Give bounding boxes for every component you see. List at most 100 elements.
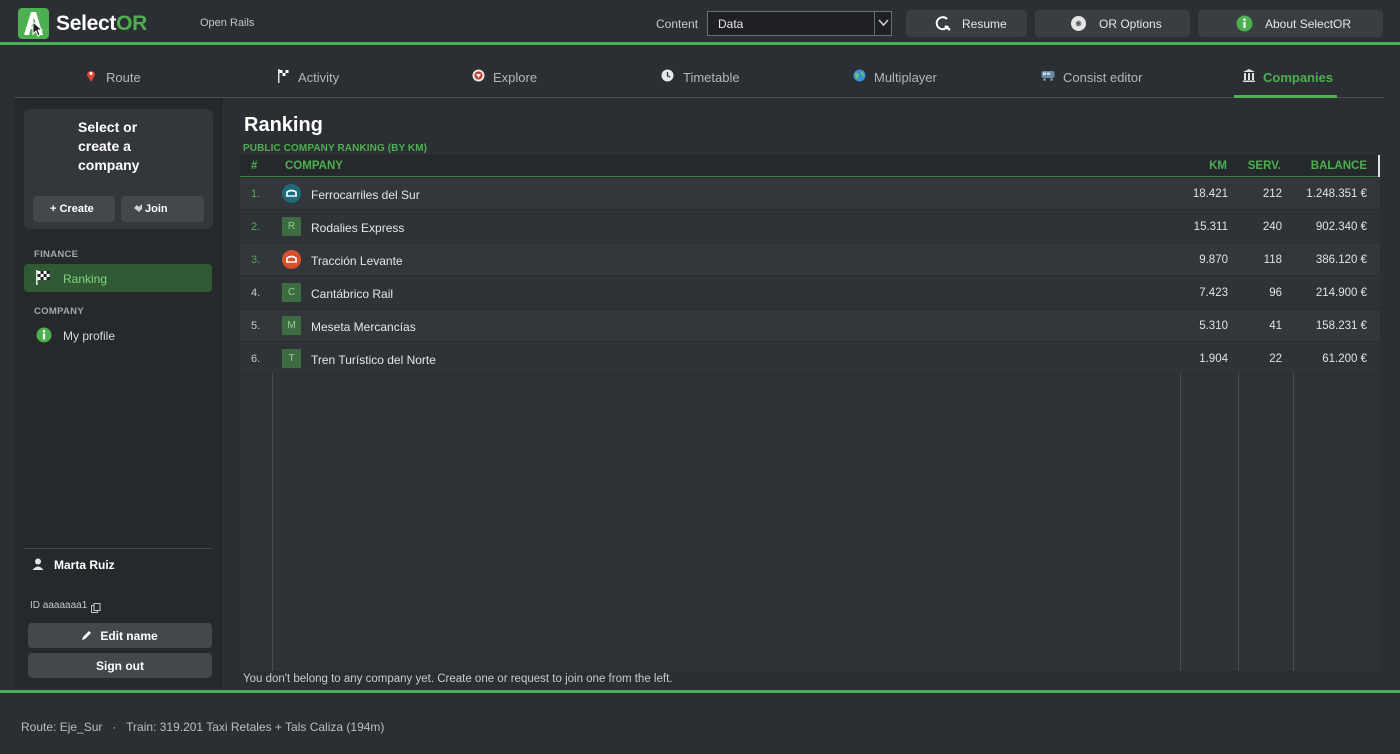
info-icon (36, 327, 52, 346)
content-select[interactable]: Data (707, 11, 892, 36)
row-balance: 158.231 € (1315, 320, 1367, 332)
tab-companies[interactable]: Companies (1242, 48, 1342, 98)
row-company-name: Rodalies Express (311, 221, 405, 235)
join-company-button[interactable]: Join (121, 196, 204, 222)
join-label: Join (145, 203, 168, 215)
sidebar-item-ranking[interactable]: Ranking (24, 264, 212, 292)
row-rank: 5. (251, 320, 261, 332)
page-title: Ranking (244, 114, 323, 136)
content-select-value: Data (718, 17, 744, 31)
resume-icon (934, 15, 951, 35)
sign-out-button[interactable]: Sign out (28, 653, 212, 678)
ranking-label: Ranking (63, 272, 108, 286)
row-serv: 22 (1269, 353, 1282, 365)
tab-explore[interactable]: Explore (472, 48, 562, 98)
col-km[interactable]: KM (1209, 160, 1227, 172)
row-balance: 386.120 € (1315, 254, 1367, 266)
tab-explore-label: Explore (493, 70, 538, 85)
top-bar: SelectOR Open Rails Content Data Resume … (0, 0, 1400, 45)
or-options-button[interactable]: OR Options (1035, 10, 1190, 37)
globe-icon (853, 69, 866, 85)
row-company-name: Meseta Mercancías (311, 320, 416, 334)
company-initial-badge: T (282, 349, 301, 368)
row-serv: 240 (1262, 221, 1282, 233)
edit-name-button[interactable]: Edit name (28, 623, 212, 648)
col-rank[interactable]: # (251, 160, 257, 172)
resume-button[interactable]: Resume (906, 10, 1027, 37)
row-rank: 6. (251, 353, 261, 365)
company-select-card: Select or create a company + Create Join (24, 109, 213, 229)
table-row[interactable]: 1. Ferrocarriles del Sur 18.421 212 1.248.35… (240, 178, 1380, 210)
tab-route[interactable]: Route (86, 48, 166, 98)
row-km: 9.870 (1199, 254, 1228, 266)
create-company-button[interactable]: + Create (33, 196, 115, 222)
pin-icon (86, 69, 96, 85)
header-scroll-edge (1378, 155, 1380, 177)
table-row[interactable]: 2. R Rodalies Express 15.311 240 902.340 € (240, 211, 1380, 243)
company-initial-badge: M (282, 316, 301, 335)
copy-icon[interactable] (91, 601, 101, 616)
flag-icon (36, 270, 50, 288)
active-tab-indicator (1234, 95, 1337, 98)
create-label: + Create (50, 203, 94, 215)
row-serv: 118 (1263, 254, 1282, 266)
tab-multiplayer-label: Multiplayer (874, 70, 937, 85)
row-serv: 96 (1269, 287, 1282, 299)
company-logo-icon (282, 184, 301, 203)
sidebar-divider (24, 548, 212, 549)
table-row[interactable]: 3. Tracción Levante 9.870 118 386.120 € (240, 244, 1380, 276)
column-divider (1238, 373, 1239, 671)
about-button[interactable]: About SelectOR (1198, 10, 1383, 37)
table-header: # COMPANY KM SERV. BALANCE (240, 155, 1380, 177)
membership-note: You don't belong to any company yet. Cre… (243, 673, 673, 685)
edit-name-label: Edit name (100, 629, 158, 643)
tab-route-label: Route (106, 70, 141, 85)
row-rank: 3. (251, 254, 261, 266)
row-balance: 902.340 € (1315, 221, 1367, 233)
main-tabs: Route Activity Explore Timetable Multipl… (14, 48, 1384, 98)
tab-timetable[interactable]: Timetable (661, 48, 751, 98)
sidebar: Select or create a company + Create Join… (14, 98, 222, 688)
tab-consist-editor[interactable]: Consist editor (1041, 48, 1151, 98)
row-km: 18.421 (1192, 188, 1228, 200)
row-km: 15.311 (1193, 221, 1228, 233)
about-label: About SelectOR (1265, 17, 1352, 31)
sidebar-item-my-profile[interactable]: My profile (24, 321, 212, 349)
table-row[interactable]: 4. C Cantábrico Rail 7.423 96 214.900 € (240, 277, 1380, 309)
table-row[interactable]: 5. M Meseta Mercancías 5.310 41 158.231 € (240, 310, 1380, 342)
train-icon (1041, 69, 1055, 84)
tab-multiplayer[interactable]: Multiplayer (853, 48, 953, 98)
row-serv: 212 (1262, 188, 1282, 200)
row-company-name: Tracción Levante (311, 254, 403, 268)
compass-icon (472, 69, 485, 85)
tab-timetable-label: Timetable (683, 70, 740, 85)
sign-out-label: Sign out (96, 659, 144, 673)
tab-activity[interactable]: Activity (278, 48, 368, 98)
company-logo-icon (282, 250, 301, 269)
table-row[interactable]: 6. T Tren Turístico del Norte 1.904 22 61.200… (240, 343, 1380, 375)
flag-icon (278, 69, 291, 86)
row-km: 1.904 (1199, 353, 1228, 365)
user-icon (32, 558, 44, 573)
info-icon (1236, 15, 1253, 35)
row-balance: 61.200 € (1322, 353, 1367, 365)
chevron-down-icon[interactable] (874, 12, 891, 35)
company-initial-badge: C (282, 283, 301, 302)
ranking-subtitle: PUBLIC COMPANY RANKING (BY KM) (243, 143, 428, 154)
row-rank: 2. (251, 221, 261, 233)
row-company-name: Tren Turístico del Norte (311, 353, 436, 367)
my-profile-label: My profile (63, 329, 116, 343)
row-serv: 41 (1269, 320, 1282, 332)
company-heading: COMPANY (34, 306, 84, 317)
user-id: ID aaaaaaa1 (30, 600, 88, 611)
col-serv[interactable]: SERV. (1248, 160, 1281, 172)
company-initial-badge: R (282, 217, 301, 236)
content-label: Content (656, 17, 699, 31)
tab-activity-label: Activity (298, 70, 340, 85)
resume-label: Resume (962, 17, 1007, 31)
status-bar: Route: Eje_Sur · Train: 319.201 Taxi Ret… (0, 690, 1400, 754)
col-balance[interactable]: BALANCE (1311, 160, 1367, 172)
finance-heading: FINANCE (34, 249, 79, 260)
col-company[interactable]: COMPANY (285, 160, 343, 172)
tab-consist-editor-label: Consist editor (1063, 70, 1143, 85)
